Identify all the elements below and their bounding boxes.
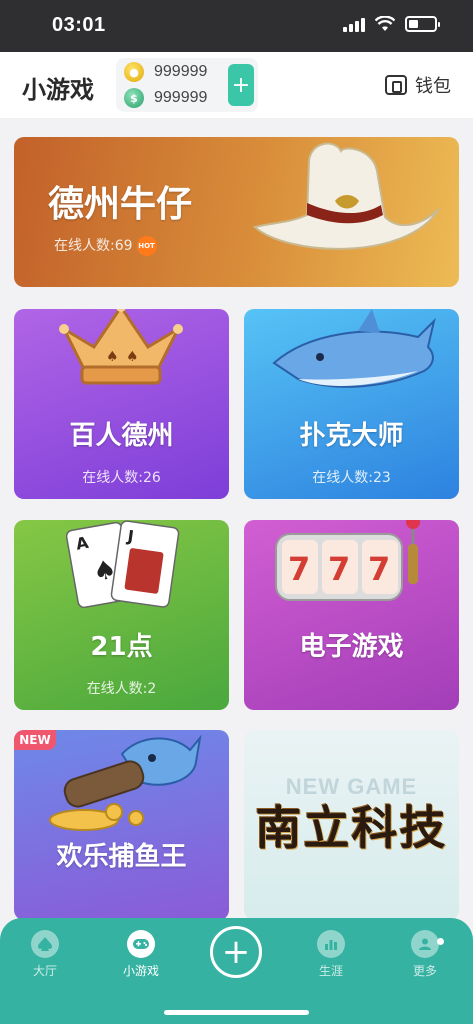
online-count: 在线人数:26	[82, 470, 161, 486]
wifi-icon	[375, 16, 395, 31]
game-title: 百人德州	[69, 421, 174, 451]
notification-dot	[437, 938, 444, 945]
gold-balance-row: ● 999999	[124, 62, 207, 82]
shark-icon	[272, 309, 436, 388]
svg-text:7: 7	[368, 550, 390, 588]
nav-item-career[interactable]: 生涯	[296, 930, 366, 979]
game-title: 21点	[90, 632, 153, 662]
home-indicator	[164, 1010, 309, 1015]
nav-label: 生涯	[318, 964, 343, 978]
wallet-button[interactable]: 钱包	[385, 72, 451, 98]
profile-icon	[411, 930, 439, 958]
page-title: 小游戏	[22, 76, 94, 104]
svg-text:7: 7	[288, 550, 310, 588]
nav-label: 更多	[412, 964, 437, 978]
game-card-new-game[interactable]: NEW GAME 南立科技	[244, 730, 459, 920]
gold-coin-icon: ●	[124, 62, 144, 82]
signal-icon	[343, 16, 365, 32]
dollar-coin-icon: $	[124, 88, 144, 108]
online-count: 在线人数:69 HOT	[54, 235, 157, 256]
cash-balance-row: $ 999999	[124, 88, 207, 108]
playing-cards-icon: A ♠ J	[66, 520, 180, 608]
crown-icon: ♠ ♠	[59, 309, 183, 385]
header: 小游戏 ● 999999 $ 999999 + 钱包	[0, 52, 473, 118]
cash-balance: 999999	[154, 89, 208, 106]
nav-label: 大厅	[32, 964, 57, 978]
hot-badge: HOT	[136, 236, 157, 256]
chart-icon	[317, 930, 345, 958]
status-time: 03:01	[52, 14, 106, 36]
game-card-fishing[interactable]: NEW 欢乐捕鱼王	[14, 730, 229, 920]
game-card-bairen-texas[interactable]: ♠ ♠ 百人德州 在线人数:26	[14, 309, 229, 499]
nav-item-mini-games[interactable]: 小游戏	[106, 930, 176, 979]
fishing-cannon-icon	[49, 734, 202, 831]
status-icons	[343, 16, 440, 32]
cowboy-hat-icon	[252, 142, 440, 250]
wallet-icon	[385, 75, 407, 95]
nav-add-button[interactable]: +	[210, 926, 262, 978]
game-title: 电子游戏	[299, 632, 404, 662]
svg-text:♠: ♠	[126, 349, 139, 365]
game-card-slots[interactable]: 7 7 7 电子游戏	[244, 520, 459, 710]
recharge-button[interactable]: +	[228, 64, 254, 106]
game-title: 欢乐捕鱼王	[56, 842, 187, 872]
nav-item-lobby[interactable]: 大厅	[10, 930, 80, 979]
svg-text:7: 7	[328, 550, 350, 588]
slot-machine-icon: 7 7 7	[275, 520, 420, 601]
spade-icon	[31, 930, 59, 958]
online-count: 在线人数:23	[312, 470, 391, 486]
game-card-poker-master[interactable]: 扑克大师 在线人数:23	[244, 309, 459, 499]
svg-text:♠: ♠	[106, 349, 119, 365]
game-card-texas-cowboy[interactable]: 德州牛仔 在线人数:69 HOT	[14, 137, 459, 287]
nav-item-more[interactable]: 更多	[390, 930, 460, 979]
bottom-nav: 大厅 小游戏 + 生涯 更多	[0, 918, 473, 1024]
battery-icon	[405, 16, 440, 32]
online-count: 在线人数:2	[86, 681, 157, 697]
wallet-label: 钱包	[415, 76, 451, 97]
brand-logo: 南立科技	[255, 801, 448, 855]
status-bar: 03:01	[0, 0, 473, 52]
game-card-blackjack[interactable]: A ♠ J 21点 在线人数:2	[14, 520, 229, 710]
online-count-text: 在线人数:69	[54, 238, 133, 254]
gold-balance: 999999	[154, 63, 208, 80]
currency-panel: ● 999999 $ 999999 +	[116, 58, 258, 112]
nav-label: 小游戏	[122, 964, 159, 978]
game-title: 德州牛仔	[48, 184, 193, 225]
game-title: 扑克大师	[299, 421, 404, 451]
gamepad-icon	[127, 930, 155, 958]
